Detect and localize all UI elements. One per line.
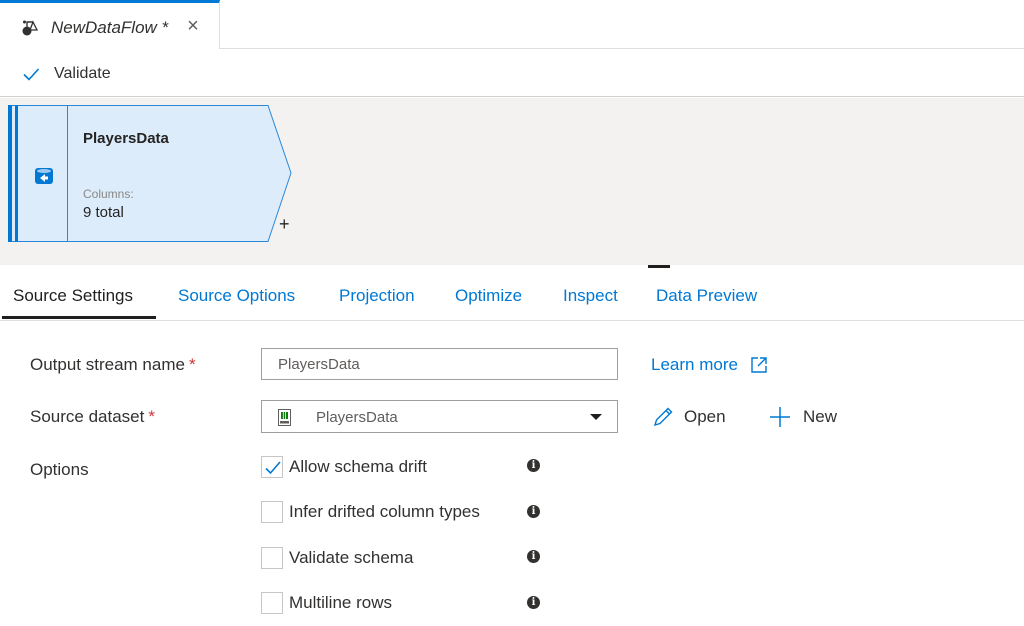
source-node-playersdata[interactable]: PlayersData Columns: 9 total +: [8, 105, 293, 243]
add-transformation-button[interactable]: +: [279, 215, 290, 233]
required-marker: *: [188, 355, 196, 374]
info-icon[interactable]: i: [527, 550, 540, 563]
option-infer-drifted-column-types[interactable]: Infer drifted column types: [261, 501, 480, 523]
open-dataset-button[interactable]: Open: [652, 406, 726, 428]
node-name: PlayersData: [83, 130, 169, 147]
checkmark-icon: [265, 461, 281, 475]
node-columns-label: Columns:: [83, 187, 134, 201]
allow-schema-drift-checkbox[interactable]: [261, 456, 283, 478]
validate-schema-checkbox[interactable]: [261, 547, 283, 569]
tab-source-options[interactable]: Source Options: [178, 286, 295, 306]
external-link-icon: [751, 357, 767, 373]
tab-data-preview[interactable]: Data Preview: [656, 286, 757, 306]
allow-schema-drift-label: Allow schema drift: [289, 457, 427, 476]
chevron-down-icon: [590, 414, 602, 420]
plus-icon: [770, 407, 790, 427]
checkmark-icon: [23, 68, 40, 81]
infer-drifted-column-types-label: Infer drifted column types: [289, 502, 480, 521]
source-dataset-value: PlayersData: [316, 409, 398, 426]
node-columns-value: 9 total: [83, 204, 124, 221]
validate-button[interactable]: Validate: [22, 61, 111, 87]
pencil-icon: [653, 407, 673, 427]
source-icon: [35, 168, 53, 184]
csv-file-icon: [278, 409, 291, 426]
multiline-rows-checkbox[interactable]: [261, 592, 283, 614]
dataflow-canvas[interactable]: PlayersData Columns: 9 total +: [0, 98, 1024, 265]
dataflow-icon: [22, 20, 39, 36]
tab-optimize[interactable]: Optimize: [455, 286, 522, 306]
multiline-rows-label: Multiline rows: [289, 593, 392, 612]
close-icon[interactable]: ×: [183, 16, 203, 36]
source-dataset-select[interactable]: PlayersData: [261, 400, 618, 433]
document-tab-title: NewDataFlow *: [51, 18, 169, 37]
option-allow-schema-drift[interactable]: Allow schema drift: [261, 456, 427, 478]
info-icon[interactable]: i: [527, 505, 540, 518]
option-validate-schema[interactable]: Validate schema: [261, 547, 413, 569]
info-icon[interactable]: i: [527, 596, 540, 609]
info-icon[interactable]: i: [527, 459, 540, 472]
output-stream-label: Output stream name *: [30, 355, 196, 374]
toolbar: Validate: [0, 50, 1024, 97]
settings-tabs: Source Settings Source Options Projectio…: [0, 268, 1024, 321]
validate-schema-label: Validate schema: [289, 548, 414, 567]
tab-source-settings[interactable]: Source Settings: [13, 286, 133, 306]
document-tabstrip: NewDataFlow * ×: [0, 0, 1024, 49]
option-multiline-rows[interactable]: Multiline rows: [261, 592, 392, 614]
required-marker: *: [148, 407, 155, 426]
learn-more-link[interactable]: Learn more: [651, 355, 768, 375]
document-tab-newdataflow[interactable]: NewDataFlow * ×: [0, 0, 220, 49]
output-stream-input[interactable]: [261, 348, 618, 380]
options-label: Options: [30, 460, 89, 479]
active-tab-indicator: [2, 316, 156, 319]
infer-drifted-column-types-checkbox[interactable]: [261, 501, 283, 523]
new-dataset-button[interactable]: New: [769, 406, 837, 428]
tab-projection[interactable]: Projection: [339, 286, 415, 306]
validate-label: Validate: [54, 65, 111, 82]
tab-inspect[interactable]: Inspect: [563, 286, 618, 306]
source-dataset-label: Source dataset *: [30, 407, 155, 426]
